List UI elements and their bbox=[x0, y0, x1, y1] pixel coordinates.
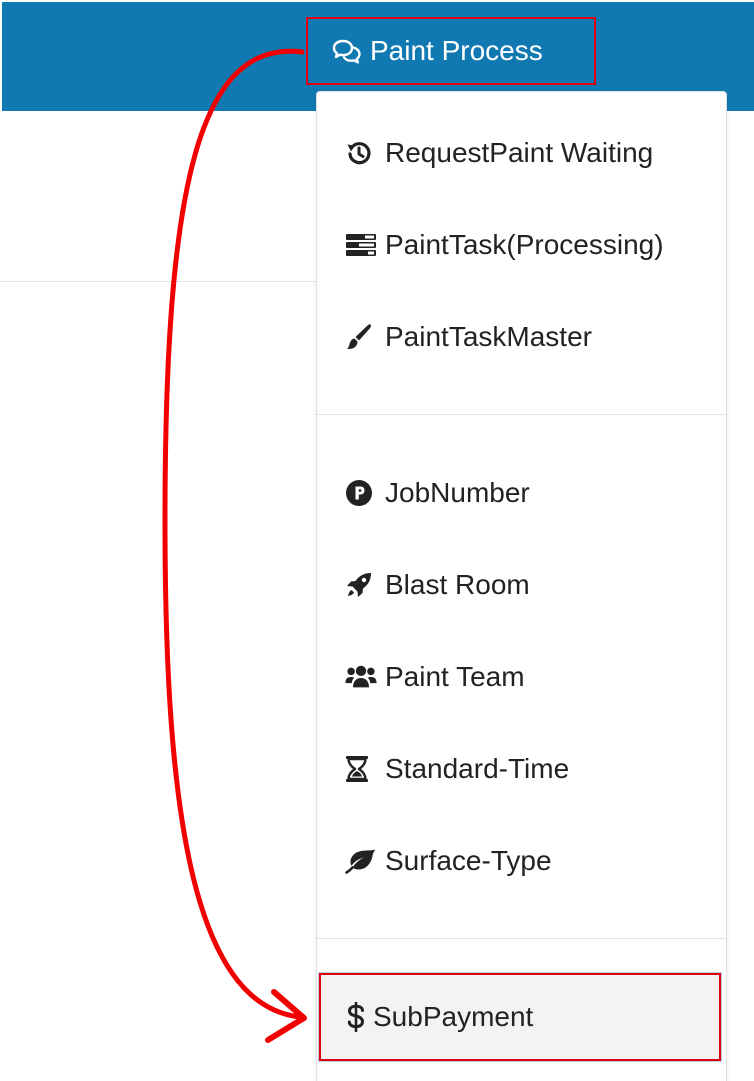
paint-brush-icon bbox=[345, 323, 377, 351]
menu-item-standard-time[interactable]: Standard-Time bbox=[317, 739, 726, 799]
menu-item-painttask-processing[interactable]: PaintTask(Processing) bbox=[317, 215, 726, 275]
menu-item-paint-team[interactable]: Paint Team bbox=[317, 647, 726, 707]
menu-item-requestpaint-waiting[interactable]: RequestPaint Waiting bbox=[317, 123, 726, 183]
page: Paint Process RequestPaint Waiting Paint… bbox=[0, 0, 754, 1081]
menu-item-label: Paint Team bbox=[385, 661, 525, 692]
hourglass-icon bbox=[345, 755, 377, 783]
users-icon bbox=[345, 663, 377, 691]
content-divider bbox=[0, 281, 318, 282]
rocket-icon bbox=[345, 571, 377, 599]
comments-icon bbox=[332, 38, 362, 64]
paint-process-menu-button[interactable]: Paint Process bbox=[306, 17, 596, 85]
menu-item-label: Standard-Time bbox=[385, 753, 570, 784]
menu-item-label: JobNumber bbox=[385, 477, 530, 508]
menu-item-label: Surface-Type bbox=[385, 845, 552, 876]
menu-item-subpayment[interactable]: SubPayment bbox=[318, 972, 722, 1062]
leaf-icon bbox=[345, 847, 377, 875]
menu-item-label: Blast Room bbox=[385, 569, 530, 600]
menu-item-blast-room[interactable]: Blast Room bbox=[317, 555, 726, 615]
menu-item-label: PaintTask(Processing) bbox=[385, 229, 664, 260]
tasks-icon bbox=[345, 231, 377, 259]
menu-divider bbox=[317, 414, 726, 415]
menu-item-label: PaintTaskMaster bbox=[385, 321, 592, 352]
menu-item-label: SubPayment bbox=[373, 1001, 534, 1032]
product-hunt-icon bbox=[345, 479, 377, 507]
dollar-icon bbox=[347, 1002, 367, 1032]
history-icon bbox=[345, 139, 377, 167]
menu-item-label: RequestPaint Waiting bbox=[385, 137, 654, 168]
menu-item-surface-type[interactable]: Surface-Type bbox=[317, 831, 726, 891]
menu-divider bbox=[317, 938, 726, 939]
menu-item-jobnumber[interactable]: JobNumber bbox=[317, 463, 726, 523]
menu-item-painttaskmaster[interactable]: PaintTaskMaster bbox=[317, 307, 726, 367]
paint-process-label: Paint Process bbox=[370, 35, 543, 66]
paint-process-dropdown: RequestPaint Waiting PaintTask(Processin… bbox=[316, 91, 727, 1081]
